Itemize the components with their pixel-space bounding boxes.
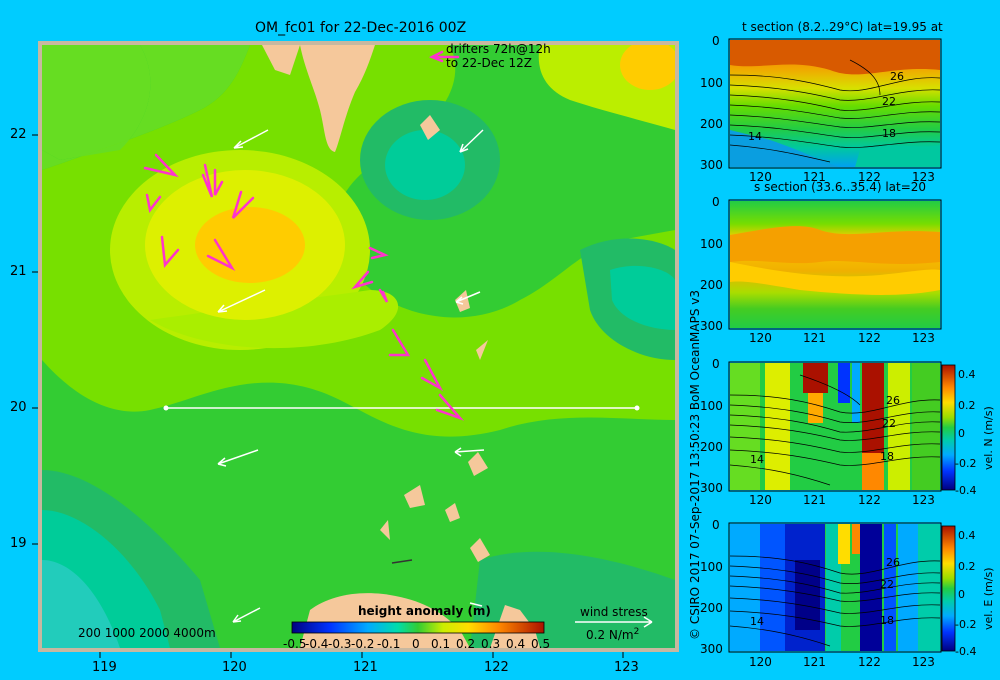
t-section-title: t section (8.2..29°C) lat=19.95 at <box>742 20 943 34</box>
t-y-tick: 0 <box>712 34 720 48</box>
x-tick-label: 121 <box>353 660 378 675</box>
colorbar-tick: -0.3 <box>328 637 352 651</box>
x-tick-label: 120 <box>222 660 247 675</box>
colorbar-tick: -0.1 <box>377 637 401 651</box>
t-y-tick: 100 <box>700 76 723 90</box>
ve-contour-label: 26 <box>886 556 900 569</box>
ve-x-tick: 122 <box>858 655 881 669</box>
colorbar-tick: 0.1 <box>431 637 451 651</box>
vn-x-tick: 121 <box>803 493 826 507</box>
s-x-tick: 123 <box>912 331 935 345</box>
vn-y-tick: 0 <box>712 357 720 371</box>
s-section-title: s section (33.6..35.4) lat=20 <box>754 180 927 194</box>
vel-n-colorbar <box>941 364 956 491</box>
ve-cbar-tick: 0.2 <box>958 560 976 573</box>
vn-x-tick: 123 <box>912 493 935 507</box>
vn-contour-label: 18 <box>880 450 894 463</box>
vn-contour-label: 14 <box>750 453 764 466</box>
ve-y-tick: 300 <box>700 642 723 656</box>
colorbar-tick: 0.5 <box>531 637 551 651</box>
ve-y-tick: 100 <box>700 560 723 574</box>
s-x-tick: 122 <box>858 331 881 345</box>
ve-y-tick: 0 <box>712 518 720 532</box>
colorbar-title: height anomaly (m) <box>358 604 491 618</box>
vel-e-section-panel <box>728 522 956 653</box>
colorbar-tick: -0.5 <box>283 637 307 651</box>
t-x-tick: 120 <box>749 170 772 184</box>
vn-cbar-tick: 0 <box>958 427 965 440</box>
colorbar-tick: 0 <box>412 637 420 651</box>
t-section-panel <box>728 38 942 169</box>
drifters-legend-line1: drifters 72h@12h <box>446 42 551 56</box>
anomaly-high-core <box>195 207 305 283</box>
ve-cbar-tick: 0.4 <box>958 529 976 542</box>
drifters-legend-line2: to 22-Dec 12Z <box>446 56 532 70</box>
height-anomaly-map <box>38 41 679 652</box>
t-y-tick: 200 <box>700 117 723 131</box>
ve-cbar-tick: -0.4 <box>955 645 977 658</box>
vn-cbar-tick: 0.2 <box>958 399 976 412</box>
vn-axis-label: vel. N (m/s) <box>982 406 995 470</box>
height-anomaly-colorbar <box>291 621 545 634</box>
x-tick-label: 123 <box>614 660 639 675</box>
t-x-tick: 121 <box>803 170 826 184</box>
credit-text: © CSIRO 2017 07-Sep-2017 13:50:23 BoM Oc… <box>688 289 702 640</box>
vel-e-colorbar <box>941 525 956 652</box>
t-contour-label: 26 <box>890 70 904 83</box>
s-y-tick: 0 <box>712 195 720 209</box>
colorbar-tick: -0.4 <box>305 637 329 651</box>
ve-contour-label: 14 <box>750 615 764 628</box>
ve-x-tick: 120 <box>749 655 772 669</box>
vn-x-tick: 122 <box>858 493 881 507</box>
t-contour-label: 18 <box>882 127 896 140</box>
vn-y-tick: 100 <box>700 399 723 413</box>
x-tick-label: 119 <box>92 660 117 675</box>
s-y-tick: 100 <box>700 237 723 251</box>
ve-contour-label: 22 <box>880 578 894 591</box>
vn-y-tick: 200 <box>700 440 723 454</box>
colorbar-tick: 0.4 <box>506 637 526 651</box>
t-contour-label: 14 <box>748 130 762 143</box>
s-y-tick: 200 <box>700 278 723 292</box>
ve-axis-label: vel. E (m/s) <box>982 567 995 630</box>
ve-x-tick: 123 <box>912 655 935 669</box>
vn-y-tick: 300 <box>700 481 723 495</box>
map-title: OM_fc01 for 22-Dec-2016 00Z <box>255 20 467 36</box>
t-x-tick: 122 <box>858 170 881 184</box>
s-x-tick: 121 <box>803 331 826 345</box>
depth-contour-legend: 200 1000 2000 4000m <box>78 626 216 640</box>
t-x-tick: 123 <box>912 170 935 184</box>
ve-cbar-tick: -0.2 <box>955 618 977 631</box>
t-contour-label: 22 <box>882 95 896 108</box>
vn-cbar-tick: -0.4 <box>955 484 977 497</box>
wind-stress-scale: 0.2 N/m2 <box>586 627 640 642</box>
ve-x-tick: 121 <box>803 655 826 669</box>
y-tick-label: 21 <box>10 264 27 279</box>
s-section-field <box>730 201 940 328</box>
s-section-panel <box>728 199 942 330</box>
x-tick-label: 122 <box>484 660 509 675</box>
wind-stress-label: wind stress <box>580 605 648 619</box>
y-tick-label: 20 <box>10 400 27 415</box>
vn-contour-label: 22 <box>882 417 896 430</box>
colorbar-tick: 0.3 <box>481 637 501 651</box>
ve-cbar-tick: 0 <box>958 588 965 601</box>
colorbar-tick: 0.2 <box>456 637 476 651</box>
vel-n-section-panel <box>728 361 956 492</box>
ve-contour-label: 18 <box>880 614 894 627</box>
vn-contour-label: 26 <box>886 394 900 407</box>
y-tick-label: 22 <box>10 127 27 142</box>
t-y-tick: 300 <box>700 158 723 172</box>
vn-x-tick: 120 <box>749 493 772 507</box>
s-x-tick: 120 <box>749 331 772 345</box>
colorbar-tick: -0.2 <box>351 637 375 651</box>
s-y-tick: 300 <box>700 319 723 333</box>
vn-cbar-tick: -0.2 <box>955 457 977 470</box>
y-tick-label: 19 <box>10 536 27 551</box>
figure-canvas <box>32 38 956 658</box>
vn-cbar-tick: 0.4 <box>958 368 976 381</box>
ve-y-tick: 200 <box>700 601 723 615</box>
